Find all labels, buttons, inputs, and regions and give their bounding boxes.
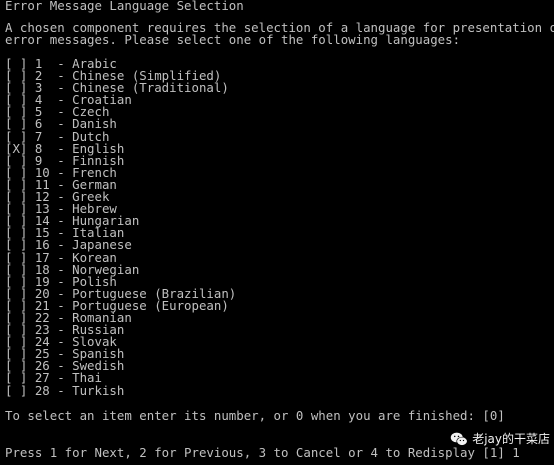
wechat-icon: [450, 432, 468, 446]
language-list: [ ] 1 - Arabic[ ] 2 - Chinese (Simplifie…: [0, 57, 554, 397]
language-option-turkish[interactable]: [ ] 28 - Turkish: [5, 384, 554, 397]
watermark: 老jay的干菜店: [450, 430, 550, 447]
terminal-window: Error Message Language Selection A chose…: [0, 0, 554, 465]
intro-text-line-2: error messages. Please select one of the…: [5, 32, 461, 47]
selection-prompt[interactable]: To select an item enter its number, or 0…: [5, 409, 505, 422]
navigation-prompt[interactable]: Press 1 for Next, 2 for Previous, 3 to C…: [5, 446, 520, 459]
console-title: Error Message Language Selection: [5, 0, 244, 13]
watermark-text: 老jay的干菜店: [472, 432, 550, 446]
